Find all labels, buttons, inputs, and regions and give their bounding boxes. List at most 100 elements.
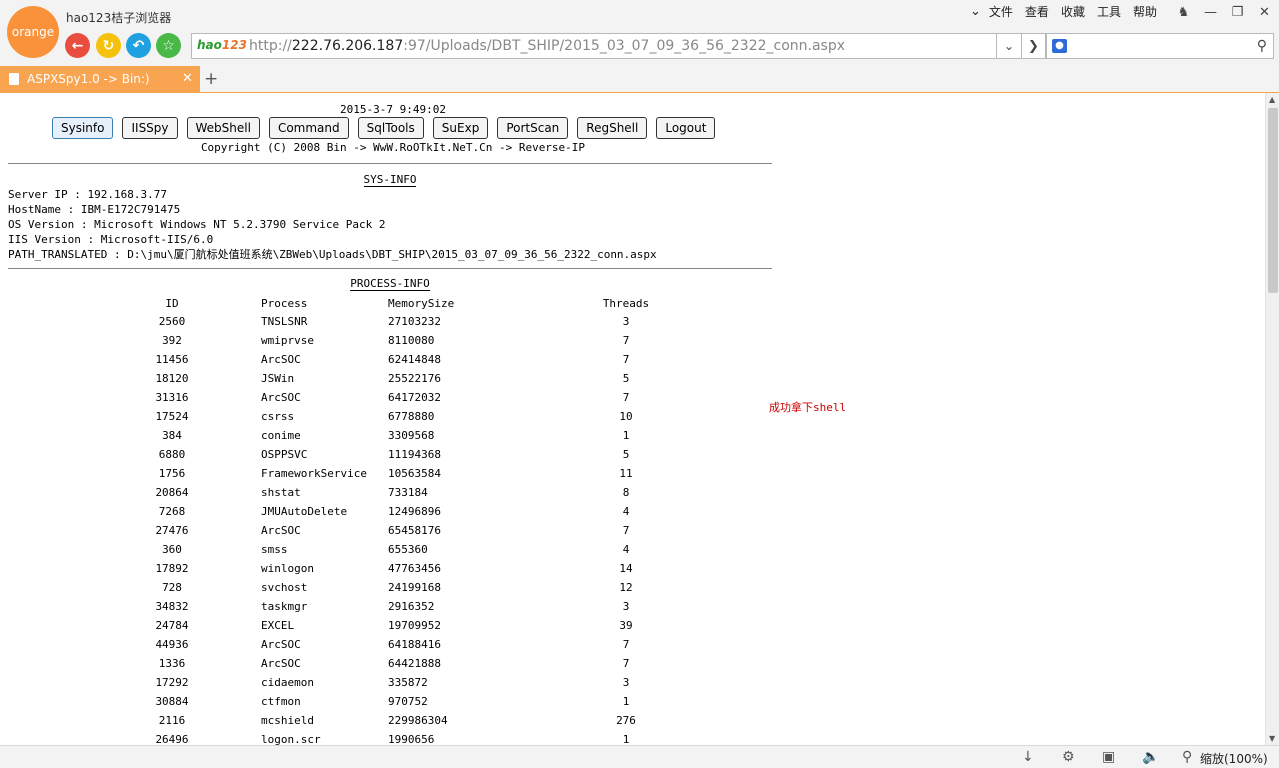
logout-button[interactable]: Logout (656, 117, 716, 139)
scroll-thumb[interactable] (1268, 108, 1278, 293)
table-row: 27476 ArcSOC 65458176 7 (130, 521, 671, 540)
scroll-down-icon[interactable]: ▼ (1269, 734, 1275, 743)
table-row: 20864 shstat 733184 8 (130, 483, 671, 502)
process-threads: 5 (622, 448, 630, 461)
close-tab-icon[interactable]: ✕ (182, 71, 193, 86)
address-dropdown-button[interactable]: ⌄ (997, 33, 1022, 59)
process-threads: 39 (619, 619, 633, 632)
process-id: 17292 (155, 676, 189, 689)
download-icon[interactable]: ↓ (1022, 749, 1034, 765)
process-name: taskmgr (261, 600, 308, 613)
gear-icon[interactable]: ⚙ (1062, 749, 1075, 765)
favorite-button[interactable]: ☆ (156, 33, 181, 58)
server-datetime: 2015-3-7 9:49:02 (340, 103, 446, 116)
process-id: 20864 (155, 486, 189, 499)
star-icon: ☆ (162, 37, 175, 54)
browser-logo[interactable]: orange (7, 6, 59, 58)
menu-file[interactable]: 文件 (989, 3, 1013, 20)
process-id: 384 (162, 429, 182, 442)
chevron-right-icon: ❯ (1028, 38, 1039, 54)
skin-icon[interactable]: ♞ (1170, 5, 1197, 20)
url-text[interactable]: http://222.76.206.187:97/Uploads/DBT_SHI… (249, 38, 845, 54)
zoom-search-icon[interactable]: ⚲ (1182, 749, 1192, 765)
process-threads: 1 (622, 733, 630, 745)
process-title-text: PROCESS-INFO (350, 277, 430, 291)
address-bar[interactable]: hao123 http://222.76.206.187:97/Uploads/… (191, 33, 997, 59)
process-name: winlogon (261, 562, 314, 575)
process-threads: 8 (622, 486, 630, 499)
suexp-button[interactable]: SuExp (432, 117, 489, 139)
site-logo: hao123 (197, 38, 247, 52)
process-name: mcshield (261, 714, 314, 727)
header-memorysize: MemorySize (388, 297, 455, 310)
process-memory: 24199168 (388, 581, 441, 594)
portscan-button[interactable]: PortScan (497, 117, 569, 139)
process-id: 27476 (155, 524, 189, 537)
sysinfo-title: SYS-INFO (0, 172, 780, 187)
tab-bar: ASPXSpy1.0 -> Bin:) ✕ + (0, 66, 1279, 93)
scroll-up-icon[interactable]: ▲ (1269, 95, 1275, 104)
tab-aspxspy[interactable]: ASPXSpy1.0 -> Bin:) ✕ (0, 66, 200, 93)
restore-button[interactable]: ❐ (1224, 5, 1251, 20)
process-memory: 64172032 (388, 391, 441, 404)
reload-button[interactable]: ↻ (96, 33, 121, 58)
iisspy-button[interactable]: IISSpy (122, 117, 178, 139)
process-id: 26496 (155, 733, 189, 745)
process-memory: 11194368 (388, 448, 441, 461)
table-row: 26496 logon.scr 1990656 1 (130, 730, 671, 745)
process-id: 7268 (158, 505, 186, 518)
sqltools-button[interactable]: SqlTools (357, 117, 424, 139)
vertical-scrollbar[interactable]: ▲ ▼ (1265, 93, 1279, 745)
process-memory: 2916352 (388, 600, 435, 613)
new-tab-button[interactable]: + (204, 69, 218, 89)
menu-tools[interactable]: 工具 (1097, 3, 1121, 20)
table-row: 17892 winlogon 47763456 14 (130, 559, 671, 578)
process-name: JMUAutoDelete (261, 505, 348, 518)
go-button[interactable]: ❯ (1022, 33, 1046, 59)
process-id: 44936 (155, 638, 189, 651)
search-icon[interactable]: ⚲ (1257, 38, 1267, 54)
chevron-down-icon[interactable]: ⌄ (970, 4, 981, 19)
iis-version: IIS Version : Microsoft-IIS/6.0 (8, 233, 214, 246)
process-threads: 3 (622, 676, 630, 689)
annotation-note: 成功拿下shell (769, 401, 847, 414)
sysinfo-button[interactable]: Sysinfo (52, 117, 114, 139)
process-id: 1756 (158, 467, 186, 480)
webshell-button[interactable]: WebShell (186, 117, 260, 139)
restore-tab-button[interactable]: ↶ (126, 33, 151, 58)
speaker-icon[interactable]: 🔈 (1142, 749, 1159, 765)
process-memory: 6778880 (388, 410, 435, 423)
minimize-button[interactable]: — (1197, 5, 1224, 20)
back-button[interactable]: ← (65, 33, 90, 58)
arrow-left-icon: ← (71, 37, 84, 54)
process-threads: 3 (622, 600, 630, 613)
table-row: 34832 taskmgr 2916352 3 (130, 597, 671, 616)
menu-view[interactable]: 查看 (1025, 3, 1049, 20)
process-name: OSPPSVC (261, 448, 308, 461)
tab-label: ASPXSpy1.0 -> Bin:) (27, 72, 150, 86)
process-threads: 10 (619, 410, 633, 423)
process-memory: 64421888 (388, 657, 441, 670)
process-title: PROCESS-INFO (0, 276, 780, 291)
regshell-button[interactable]: RegShell (577, 117, 648, 139)
table-row: 360 smss 655360 4 (130, 540, 671, 559)
table-row: 1336 ArcSOC 64421888 7 (130, 654, 671, 673)
zoom-level[interactable]: 缩放(100%) (1200, 750, 1268, 767)
process-memory: 27103232 (388, 315, 441, 328)
menu-help[interactable]: 帮助 (1133, 3, 1157, 20)
process-threads: 276 (616, 714, 636, 727)
process-id: 24784 (155, 619, 189, 632)
process-threads: 3 (622, 315, 630, 328)
baidu-paw-icon[interactable]: ● (1052, 39, 1067, 53)
search-input[interactable]: ● ⚲ (1046, 33, 1274, 59)
process-memory: 19709952 (388, 619, 441, 632)
menu-favorites[interactable]: 收藏 (1061, 3, 1085, 20)
process-id: 6880 (158, 448, 186, 461)
window-icon[interactable]: ▣ (1102, 749, 1115, 765)
url-path: :97/Uploads/DBT_SHIP/2015_03_07_09_36_56… (403, 38, 846, 54)
sysinfo-block: Server IP : 192.168.3.77 HostName : IBM-… (8, 187, 657, 262)
process-id: 392 (162, 334, 182, 347)
command-button[interactable]: Command (268, 117, 349, 139)
close-button[interactable]: ✕ (1251, 5, 1278, 20)
process-name: ctfmon (261, 695, 301, 708)
